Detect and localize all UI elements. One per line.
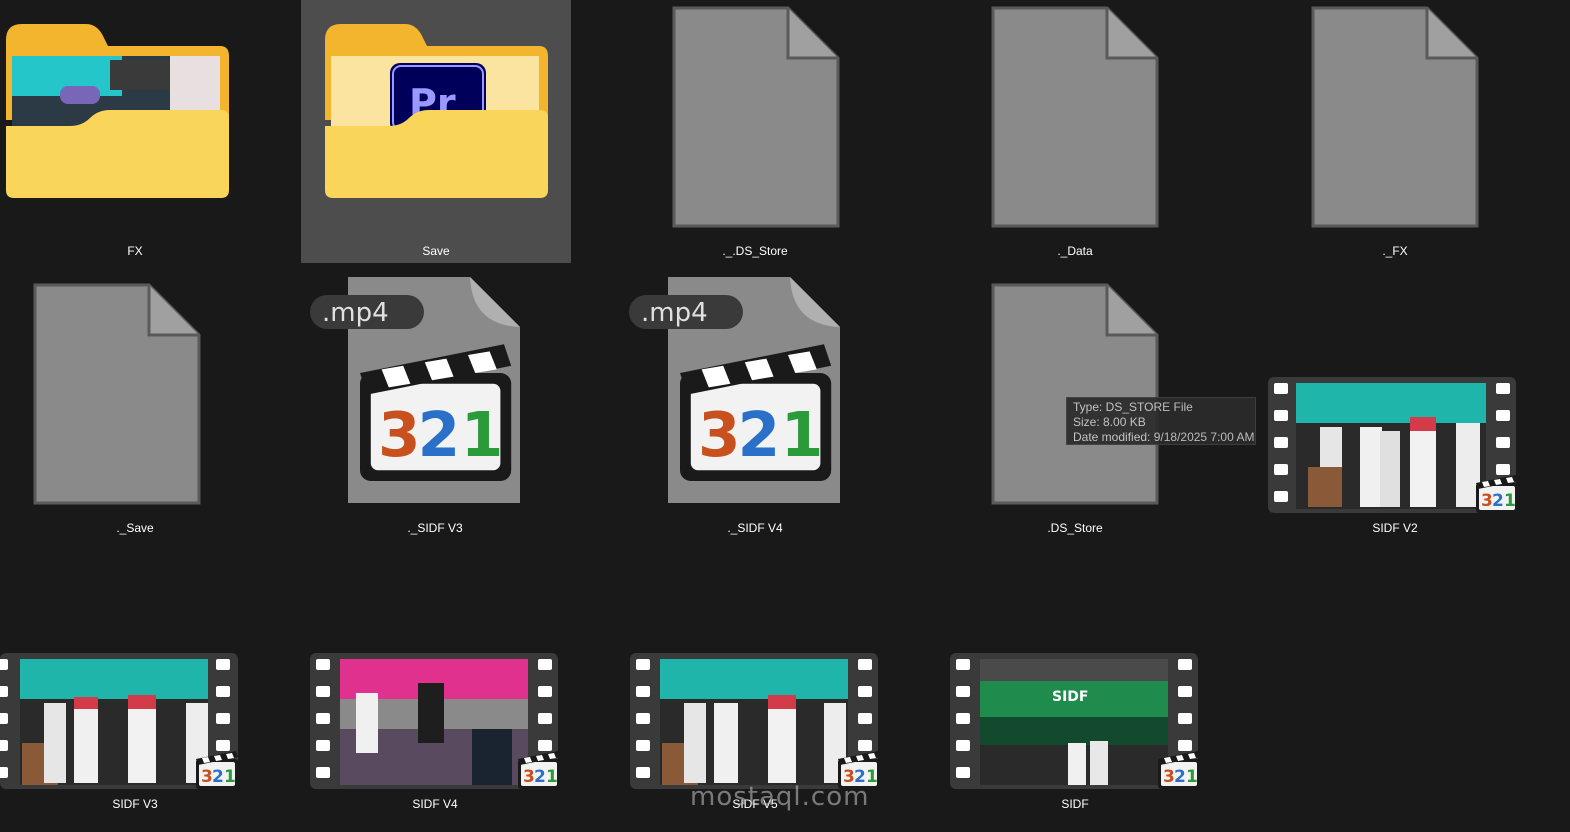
thumbnail-text: SIDF: [1052, 689, 1088, 705]
file-item-sidf-v4-hidden[interactable]: .mp4 ._SIDF V4: [620, 277, 890, 541]
tooltip-size: Size: 8.00 KB: [1073, 415, 1146, 429]
blank-file-icon: [1311, 6, 1479, 228]
item-name: ._SIDF V3: [407, 521, 463, 535]
mp4-file-icon: .mp4: [310, 277, 520, 503]
folder-item-fx[interactable]: FX: [0, 0, 270, 264]
video-item-sidf[interactable]: SIDF SIDF: [940, 553, 1210, 817]
item-name: .DS_Store: [1047, 521, 1103, 535]
file-item-data[interactable]: ._Data: [940, 0, 1210, 264]
video-item-sidf-v3[interactable]: SIDF V3: [0, 553, 270, 817]
folder-icon: [6, 24, 229, 198]
file-item-sidf-v3-hidden[interactable]: .mp4 ._SIDF V3: [300, 277, 570, 541]
blank-file-icon: [33, 283, 201, 505]
item-name: SIDF V2: [1372, 521, 1418, 535]
item-name: ._Data: [1057, 244, 1093, 258]
premiere-folder-icon: Pr: [325, 24, 548, 198]
tooltip-type: Type: DS_STORE File: [1073, 400, 1193, 414]
video-item-sidf-v5[interactable]: SIDF V5: [620, 553, 890, 817]
item-name: SIDF: [1061, 797, 1089, 811]
file-info-tooltip: Type: DS_STORE File Size: 8.00 KB Date m…: [1066, 397, 1256, 445]
tooltip-modified: Date modified: 9/18/2025 7:00 AM: [1073, 430, 1255, 444]
folder-item-save[interactable]: Pr Save: [301, 0, 571, 263]
item-name: ._Save: [116, 521, 154, 535]
video-item-sidf-v2[interactable]: SIDF V2: [1260, 277, 1530, 541]
watermark: mostaql.com: [690, 782, 870, 812]
video-thumbnail: SIDF: [950, 653, 1200, 789]
item-name: Save: [422, 244, 450, 258]
item-name: ._SIDF V4: [727, 521, 783, 535]
blank-file-icon: [991, 6, 1159, 228]
file-item-save[interactable]: ._Save: [0, 277, 270, 541]
video-thumbnail: [0, 653, 238, 789]
extension-badge: .mp4: [641, 298, 708, 328]
blank-file-icon: [672, 6, 840, 228]
file-item-fx[interactable]: ._FX: [1260, 0, 1530, 264]
extension-badge: .mp4: [322, 298, 389, 328]
video-thumbnail: [310, 653, 560, 789]
item-name: SIDF V4: [412, 797, 458, 811]
item-name: ._FX: [1382, 244, 1408, 258]
file-item-dot-ds-store[interactable]: ._.DS_Store: [620, 0, 890, 264]
video-thumbnail: [1268, 377, 1518, 513]
item-name: FX: [127, 244, 143, 258]
video-thumbnail: [630, 653, 880, 789]
video-item-sidf-v4[interactable]: SIDF V4: [300, 553, 570, 817]
item-name: ._.DS_Store: [722, 244, 788, 258]
item-name: SIDF V3: [112, 797, 158, 811]
mp4-file-icon: .mp4: [629, 277, 840, 503]
